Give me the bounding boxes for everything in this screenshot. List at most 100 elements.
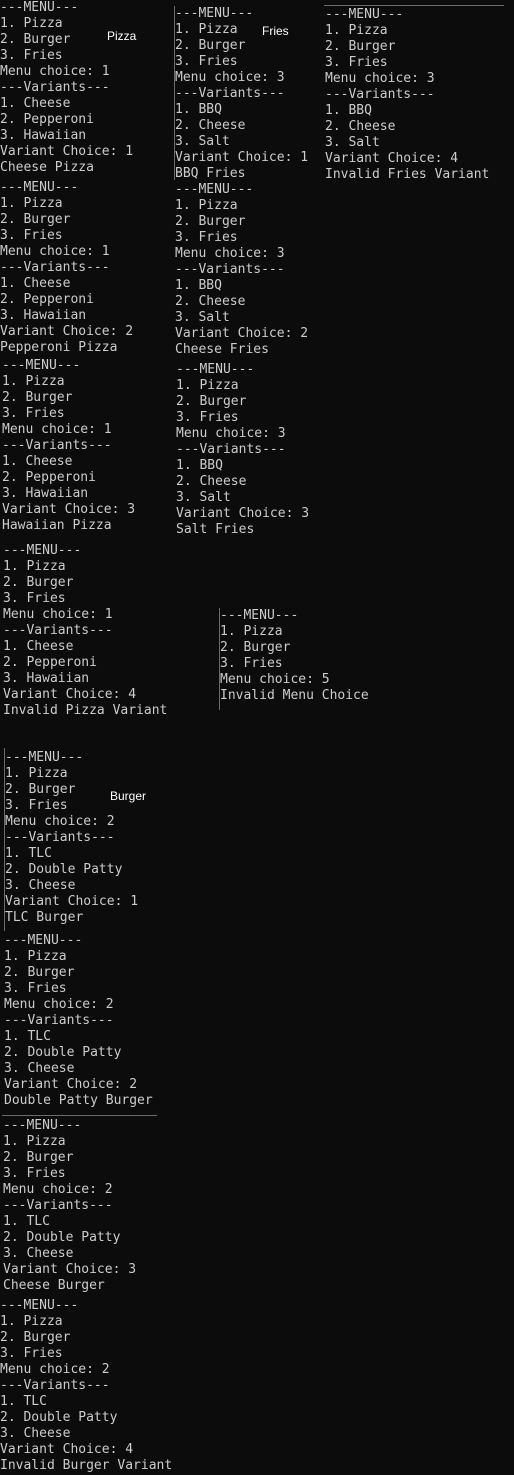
terminal-line: ---MENU---	[0, 180, 79, 195]
terminal-line: 3. Fries	[175, 230, 238, 245]
terminal-line: Variant Choice: 4	[3, 687, 137, 702]
terminal-line: 1. BBQ	[175, 278, 222, 293]
terminal-line: ---Variants---	[175, 86, 285, 101]
terminal-line: 2. Double Patty	[5, 862, 123, 877]
terminal-line: 2. Double Patty	[3, 1230, 121, 1245]
terminal-line: ---MENU---	[325, 7, 404, 22]
terminal-line: ---Variants---	[2, 438, 112, 453]
terminal-line: 1. BBQ	[325, 103, 372, 118]
terminal-line: Menu choice: 2	[5, 814, 115, 829]
terminal-line: Menu choice: 2	[4, 997, 114, 1012]
terminal-line: ---MENU---	[0, 0, 79, 15]
terminal-line: 2. Burger	[176, 394, 247, 409]
terminal-line: Menu choice: 3	[325, 71, 435, 86]
terminal-line: 2. Burger	[2, 390, 73, 405]
terminal-line: 2. Burger	[175, 214, 246, 229]
terminal-line: Variant Choice: 3	[2, 502, 136, 517]
terminal-line: Menu choice: 3	[176, 426, 286, 441]
terminal-line: Menu choice: 2	[0, 1362, 110, 1377]
terminal-line: ---MENU---	[176, 362, 255, 377]
terminal-line: 2. Burger	[0, 1330, 71, 1345]
terminal-line: Menu choice: 2	[3, 1182, 113, 1197]
terminal-line: ---Variants---	[4, 1013, 114, 1028]
terminal-line: 2. Pepperoni	[3, 655, 97, 670]
terminal-line: 1. TLC	[0, 1394, 47, 1409]
terminal-line: ---Variants---	[3, 623, 113, 638]
terminal-line: 1. Pizza	[2, 374, 65, 389]
terminal-line: 1. Pizza	[0, 1314, 63, 1329]
terminal-line: ---MENU---	[220, 608, 299, 623]
terminal-line: ---Variants---	[325, 87, 435, 102]
terminal-line: 1. Pizza	[175, 198, 238, 213]
terminal-line: 2. Double Patty	[4, 1045, 122, 1060]
terminal-line: 3. Cheese	[0, 1426, 71, 1441]
terminal-line: 2. Pepperoni	[0, 292, 94, 307]
terminal-line: 3. Fries	[5, 798, 68, 813]
terminal-line: 3. Hawaiian	[3, 671, 90, 686]
terminal-line: 3. Cheese	[3, 1246, 74, 1261]
terminal-line: ---MENU---	[3, 543, 82, 558]
terminal-line: 1. Pizza	[4, 949, 67, 964]
terminal-line: ---MENU---	[5, 750, 84, 765]
terminal-line: 3. Hawaiian	[0, 128, 87, 143]
terminal-line: Variant Choice: 2	[0, 324, 134, 339]
terminal-line: 1. Cheese	[2, 454, 73, 469]
terminal-line: 2. Double Patty	[0, 1410, 118, 1425]
terminal-line: 1. BBQ	[176, 458, 223, 473]
terminal-line: Cheese Fries	[175, 342, 269, 357]
terminal-line: 1. TLC	[4, 1029, 51, 1044]
terminal-line: 1. Pizza	[3, 559, 66, 574]
terminal-line: 1. Cheese	[0, 276, 71, 291]
terminal-line: Salt Fries	[176, 522, 255, 537]
terminal-line: ---Variants---	[3, 1198, 113, 1213]
terminal-line: 3. Fries	[175, 54, 238, 69]
terminal-line: 2. Cheese	[176, 474, 247, 489]
terminal-line: Invalid Fries Variant	[325, 167, 490, 182]
terminal-line: ---Variants---	[175, 262, 285, 277]
terminal-line: 2. Burger	[220, 640, 291, 655]
terminal-session-burger-double-patty: ---MENU--- 1. Pizza 2. Burger 3. Fries Menu …	[4, 933, 153, 1109]
terminal-line: 3. Salt	[175, 134, 230, 149]
terminal-line: BBQ Fries	[175, 166, 246, 181]
terminal-line: 2. Cheese	[175, 118, 246, 133]
terminal-line: ---MENU---	[175, 182, 254, 197]
terminal-line: 3. Hawaiian	[0, 308, 87, 323]
terminal-session-pizza-cheese: ---MENU--- 1. Pizza 2. Burger 3. Fries Menu …	[0, 0, 133, 176]
terminal-session-pizza-hawaiian: ---MENU--- 1. Pizza 2. Burger 3. Fries Menu …	[2, 358, 135, 534]
terminal-line: ---MENU---	[2, 358, 81, 373]
terminal-line: 1. Pizza	[176, 378, 239, 393]
terminal-line: 3. Fries	[0, 48, 63, 63]
terminal-session-fries-salt: ---MENU--- 1. Pizza 2. Burger 3. Fries Menu …	[176, 362, 309, 538]
terminal-line: 3. Fries	[0, 1346, 63, 1361]
terminal-line: ---MENU---	[0, 1298, 79, 1313]
terminal-line: 2. Burger	[4, 965, 75, 980]
terminal-line: 1. Cheese	[3, 639, 74, 654]
terminal-line: 3. Fries	[2, 406, 65, 421]
terminal-session-pizza-pepperoni: ---MENU--- 1. Pizza 2. Burger 3. Fries Menu …	[0, 180, 133, 356]
terminal-line: Hawaiian Pizza	[2, 518, 112, 533]
terminal-line: 2. Pepperoni	[2, 470, 96, 485]
terminal-line: ---Variants---	[0, 260, 110, 275]
terminal-line: 2. Burger	[5, 782, 76, 797]
terminal-line: Menu choice: 3	[175, 70, 285, 85]
terminal-line: Pepperoni Pizza	[0, 340, 118, 355]
terminal-line: Variant Choice: 1	[175, 150, 309, 165]
terminal-line: Variant Choice: 3	[3, 1262, 137, 1277]
terminal-line: TLC Burger	[5, 910, 84, 925]
terminal-line: Double Patty Burger	[4, 1093, 153, 1108]
terminal-line: 1. Pizza	[325, 23, 388, 38]
crop-edge	[2, 1115, 157, 1116]
terminal-line: ---Variants---	[0, 1378, 110, 1393]
terminal-session-invalid-menu: ---MENU--- 1. Pizza 2. Burger 3. Fries Menu …	[220, 608, 369, 704]
terminal-line: 3. Cheese	[4, 1061, 75, 1076]
terminal-line: Cheese Burger	[3, 1278, 105, 1293]
terminal-session-burger-tlc: ---MENU--- 1. Pizza 2. Burger 3. Fries Menu …	[5, 750, 138, 926]
terminal-line: 3. Salt	[175, 310, 230, 325]
terminal-line: Menu choice: 3	[175, 246, 285, 261]
terminal-line: 2. Burger	[3, 1150, 74, 1165]
terminal-line: Variant Choice: 1	[5, 894, 139, 909]
terminal-line: Menu choice: 1	[2, 422, 112, 437]
terminal-line: Menu choice: 1	[3, 607, 113, 622]
terminal-line: 2. Cheese	[175, 294, 246, 309]
terminal-line: ---Variants---	[5, 830, 115, 845]
